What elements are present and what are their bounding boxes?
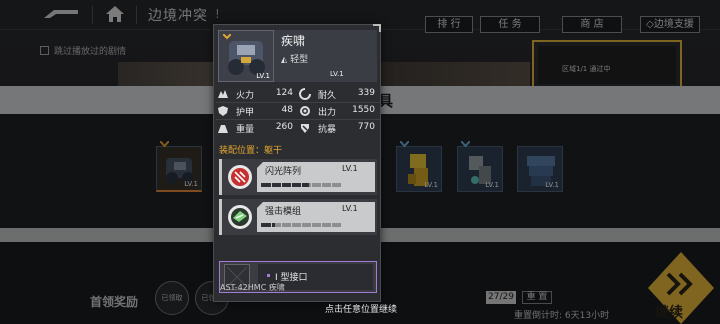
unit-name: 疾啸 — [281, 34, 306, 48]
stat-value: 124 — [275, 88, 293, 98]
slot-dot — [267, 274, 270, 277]
progress-segment — [301, 183, 302, 187]
continue-hint: 点击任意位置继续 — [325, 305, 398, 315]
divider — [216, 102, 380, 103]
progress-segment — [281, 183, 282, 187]
part-slot-flash-array[interactable]: 闪光阵列 LV.1 — [219, 159, 377, 195]
portrait-level: LV.1 — [256, 72, 270, 80]
unit-portrait: LV.1 — [218, 30, 274, 82]
progress-segment — [311, 183, 312, 187]
stat-label: 出力 — [318, 108, 337, 118]
durability-icon — [299, 88, 311, 100]
stat-armor: 护甲 48 — [217, 104, 293, 119]
progress-segment — [271, 223, 272, 227]
armor-icon — [217, 105, 229, 117]
unit-detail-popup: LV.1 疾啸 ◭ 轻型 LV.1 火力 124 耐久 339 护甲 48 出力 … — [213, 24, 381, 302]
stat-label: 重量 — [236, 125, 255, 135]
part-strip — [219, 199, 222, 235]
strike-module-icon — [227, 204, 253, 230]
progress-segment — [311, 223, 312, 227]
mount-position: 装配位置：躯干 — [219, 146, 283, 156]
progress-segment — [291, 223, 292, 227]
progress-segment — [291, 183, 292, 187]
part-progress-fill — [261, 223, 276, 227]
progress-segment — [331, 183, 332, 187]
unit-model-code: AST-42HMC 疾啸 — [220, 283, 285, 292]
unit-info: 疾啸 ◭ 轻型 LV.1 — [274, 30, 377, 82]
part-name: 强击模组 — [265, 207, 302, 217]
part-strip — [219, 159, 222, 195]
unit-type-label: 轻型 — [290, 55, 309, 65]
light-class-icon: ◭ — [281, 55, 288, 64]
stat-firepower: 火力 124 — [217, 87, 293, 102]
part-progress-bar — [261, 183, 341, 187]
stat-label: 耐久 — [318, 91, 337, 101]
part-name: 闪光阵列 — [265, 167, 302, 177]
stat-label: 抗暴 — [318, 125, 337, 135]
progress-segment — [321, 223, 322, 227]
stat-weight: 重量 260 — [217, 121, 293, 136]
stat-value: 770 — [357, 122, 375, 132]
stat-label: 护甲 — [236, 108, 255, 118]
progress-segment — [301, 223, 302, 227]
progress-segment — [321, 183, 322, 187]
unit-type: ◭ 轻型 — [281, 52, 308, 65]
stat-value: 48 — [281, 105, 293, 115]
part-slot-strike-module[interactable]: 强击模组 LV.1 — [219, 199, 377, 235]
crit-resist-icon — [299, 122, 311, 134]
stat-value: 1550 — [352, 105, 375, 115]
progress-segment — [331, 223, 332, 227]
progress-segment — [271, 183, 272, 187]
part-level: LV.1 — [342, 204, 358, 213]
stat-crit-resist: 抗暴 770 — [299, 121, 375, 136]
stat-durability: 耐久 339 — [299, 87, 375, 102]
divider — [216, 119, 380, 120]
part-level: LV.1 — [342, 164, 358, 173]
stat-output: 出力 1550 — [299, 104, 375, 119]
chevron-badge-icon — [223, 34, 231, 40]
unit-level: LV.1 — [330, 70, 344, 78]
progress-segment — [281, 223, 282, 227]
stat-value: 260 — [275, 122, 293, 132]
flash-array-icon — [227, 164, 253, 190]
part-progress-bar — [261, 223, 341, 227]
weight-icon — [217, 122, 229, 134]
output-icon — [299, 105, 311, 117]
stat-value: 339 — [357, 88, 375, 98]
firepower-icon — [217, 88, 229, 100]
stat-label: 火力 — [236, 91, 255, 101]
